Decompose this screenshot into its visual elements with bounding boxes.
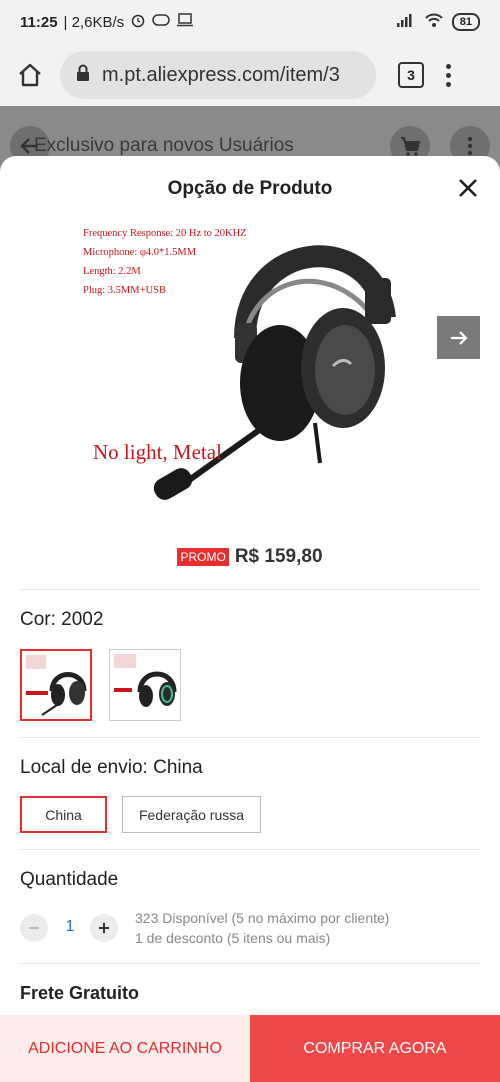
status-left: 11:25 | 2,6KB/s [20,12,194,32]
stock-available: 323 Disponível (5 no máximo por cliente) [135,910,390,926]
color-thumbnail [26,655,87,716]
price-row: PROMO R$ 159,80 [0,546,500,568]
add-to-cart-button[interactable]: ADICIONE AO CARRINHO [0,1015,250,1082]
quantity-label: Quantidade [20,869,119,890]
product-image-label: No light, Metal [93,440,222,464]
action-footer: ADICIONE AO CARRINHO COMPRAR AGORA [0,1015,500,1082]
tab-switcher-button[interactable]: 3 [398,62,424,88]
browser-toolbar: m.pt.aliexpress.com/item/3 3 [0,44,500,106]
quantity-value[interactable]: 1 [62,918,78,936]
color-thumbnail [114,654,177,707]
status-right: 81 [396,12,480,32]
stock-info: 323 Disponível (5 no máximo por cliente)… [135,908,389,948]
decrease-quantity-button[interactable] [20,914,48,942]
lock-icon [76,64,90,87]
ship-option-china[interactable]: China [20,796,107,833]
divider [20,963,480,964]
product-options-sheet: Opção de Produto Frequency Response: 20 … [0,156,500,1082]
bulk-discount: 1 de desconto (5 itens ou mais) [135,930,331,946]
status-network-speed: | 2,6KB/s [63,13,125,31]
ship-from-label: Local de envio: China [20,757,203,778]
laptop-icon [176,13,194,31]
status-time: 11:25 [20,13,58,31]
free-shipping-label: Frete Gratuito [20,983,140,1003]
minus-icon [29,927,39,929]
next-image-button[interactable] [437,316,480,359]
plus-icon [99,923,109,933]
ship-option-russia[interactable]: Federação russa [122,796,261,833]
wifi-icon [424,12,444,32]
price: R$ 159,80 [234,546,323,567]
divider [20,589,480,590]
buy-now-button[interactable]: COMPRAR AGORA [250,1015,500,1082]
battery-indicator: 81 [451,13,480,31]
increase-quantity-button[interactable] [90,914,118,942]
status-bar: 11:25 | 2,6KB/s 81 [0,0,500,44]
browser-menu-icon[interactable] [446,63,451,87]
url-text: m.pt.aliexpress.com/item/3 [102,63,340,86]
home-icon[interactable] [12,57,48,93]
close-icon[interactable] [454,174,482,202]
divider [20,737,480,738]
sheet-title: Opção de Produto [167,178,333,199]
promo-badge: PROMO [177,548,229,566]
color-option-rgb[interactable] [109,649,181,721]
alarm-icon [130,12,146,32]
product-image[interactable]: Frequency Response: 20 Hz to 20KHZ Micro… [75,218,425,518]
new-users-banner: Exclusivo para novos Usuários [34,135,294,156]
divider [20,849,480,850]
headset-illustration [153,245,396,500]
signal-icon [396,13,416,31]
arrow-right-icon [450,330,468,345]
address-bar[interactable]: m.pt.aliexpress.com/item/3 [60,51,376,99]
color-option-2002[interactable] [20,649,92,721]
color-label: Cor: 2002 [20,609,104,630]
game-icon [152,13,170,31]
